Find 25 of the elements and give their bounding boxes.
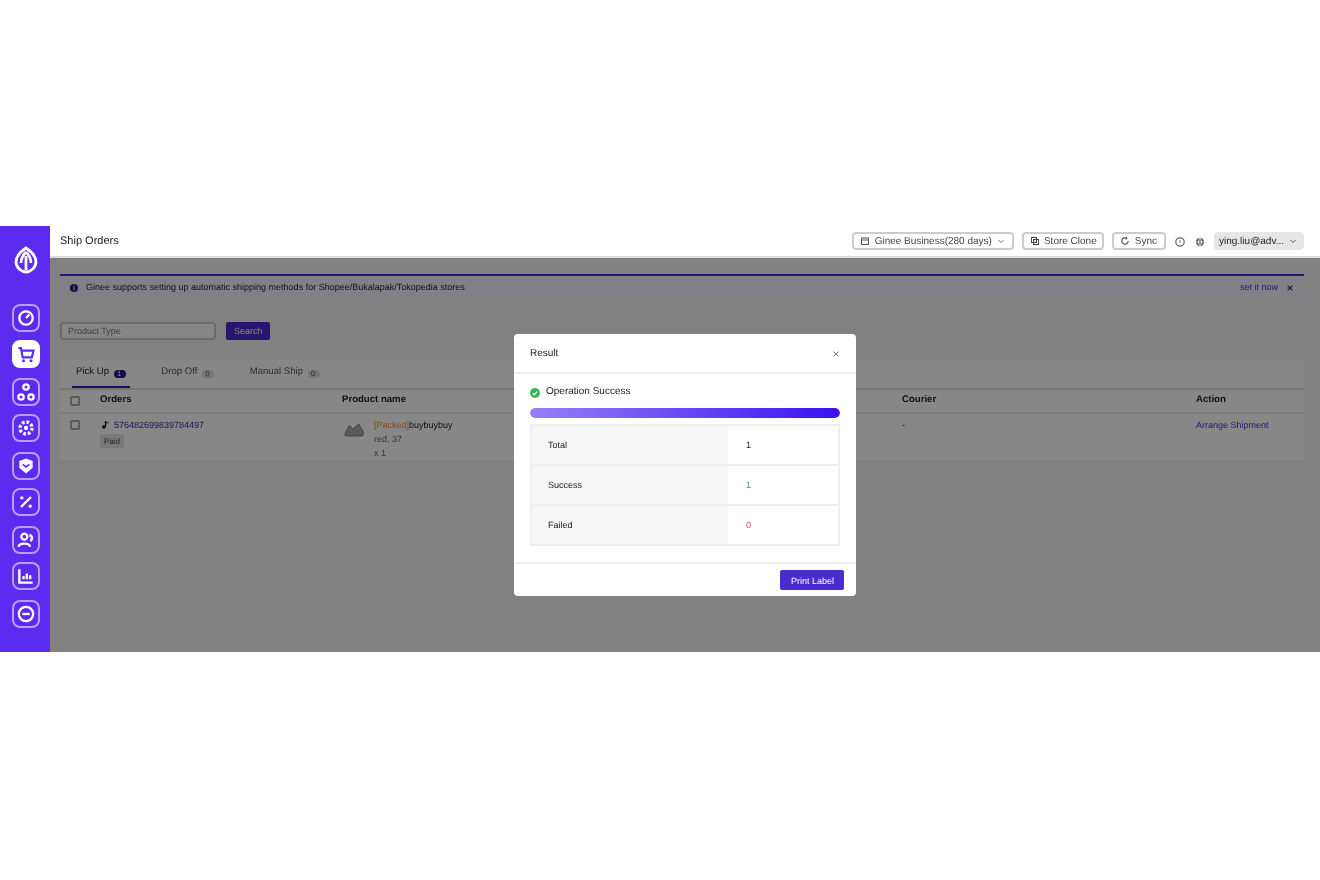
shoe-drawing	[342, 420, 366, 440]
globe-icon[interactable]	[1193, 235, 1205, 247]
music-note-icon	[100, 420, 110, 430]
cart-icon[interactable]	[11, 340, 39, 368]
people-icon[interactable]	[11, 525, 39, 553]
gauge-icon[interactable]	[11, 303, 39, 331]
percent-icon[interactable]	[11, 488, 39, 516]
refresh-icon	[1120, 236, 1131, 246]
info-icon	[70, 283, 78, 291]
check-circle-icon	[530, 387, 540, 397]
settings-icon[interactable]	[11, 414, 39, 442]
checkbox[interactable]	[70, 396, 80, 406]
bar-chart-icon[interactable]	[11, 562, 39, 590]
caret-icon	[1288, 236, 1298, 246]
help-icon[interactable]	[1173, 235, 1185, 247]
logo-icon	[13, 246, 37, 274]
network-icon[interactable]	[11, 377, 39, 405]
shield-icon[interactable]	[11, 451, 39, 479]
calendar-icon	[860, 236, 871, 246]
checkbox[interactable]	[70, 420, 80, 430]
copy-icon	[1029, 236, 1040, 246]
close-icon[interactable]	[832, 349, 840, 357]
close-icon[interactable]	[1286, 283, 1294, 291]
caret-icon	[995, 236, 1006, 246]
minus-circle-icon[interactable]	[11, 599, 39, 627]
